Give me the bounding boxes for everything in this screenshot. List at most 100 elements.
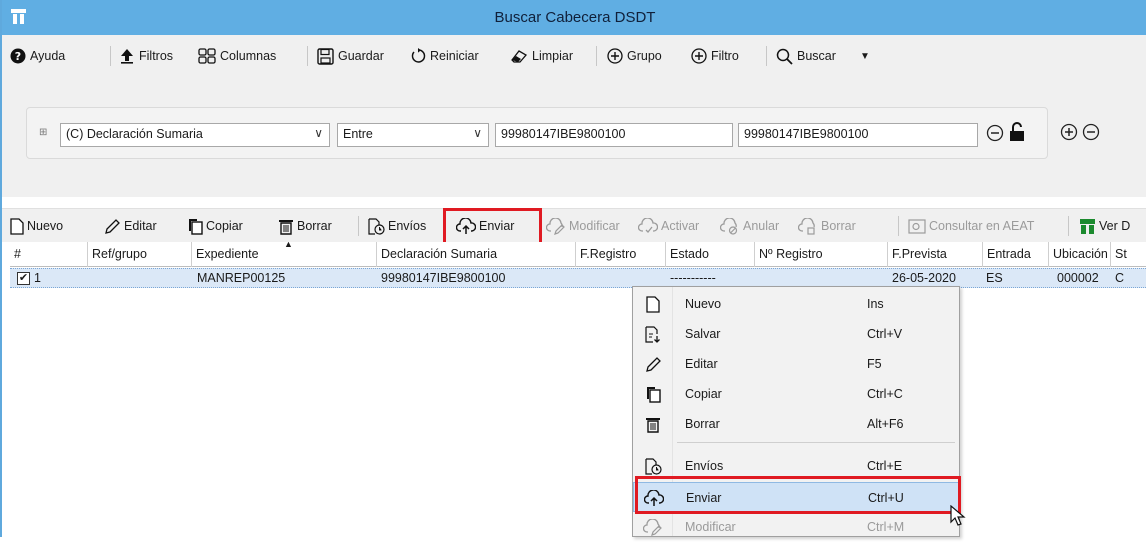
row-expediente: MANREP00125 <box>197 271 286 285</box>
filter-operator-select[interactable]: Entre ∨ <box>337 123 489 147</box>
copy-label: Copiar <box>206 219 243 233</box>
column-header-f-prevista[interactable]: F.Prevista <box>888 242 983 267</box>
row-estado: ----------- <box>670 271 716 285</box>
search-button[interactable]: Buscar <box>776 45 836 67</box>
trash-icon <box>279 219 293 235</box>
row-num: 1 <box>34 271 41 285</box>
title-bar: Buscar Cabecera DSDT <box>2 0 1146 35</box>
window-title: Buscar Cabecera DSDT <box>494 9 656 26</box>
column-header-f-registro[interactable]: F.Registro <box>576 242 666 267</box>
toolbar-separator <box>1068 216 1069 236</box>
actions-toolbar: Nuevo Editar Copiar Borrar Envíos Enviar… <box>2 208 1146 242</box>
row-entrada: ES <box>986 271 1003 285</box>
menu-item-shortcut: Ctrl+C <box>867 387 903 401</box>
filter-field-select[interactable]: (C) Declaración Sumaria ∨ <box>60 123 330 147</box>
menu-item-shortcut: Alt+F6 <box>867 417 904 431</box>
chevron-down-icon: ∨ <box>314 126 323 140</box>
filter-value-from-input[interactable]: 99980147IBE9800100 <box>495 123 733 147</box>
column-header-n-registro[interactable]: Nº Registro <box>755 242 888 267</box>
columns-button[interactable]: Columnas <box>198 45 276 67</box>
edit-button[interactable]: Editar <box>104 215 157 237</box>
reset-button[interactable]: Reiniciar <box>410 45 479 67</box>
lock-button[interactable] <box>1009 122 1025 145</box>
pencil-icon <box>105 218 120 234</box>
query-screen-icon <box>908 218 926 234</box>
menu-item-modificar[interactable]: Modificar Ctrl+M <box>633 512 959 542</box>
add-circle-icon <box>607 48 623 64</box>
modify-label: Modificar <box>569 219 620 233</box>
new-document-icon <box>643 295 663 313</box>
menu-item-label: Salvar <box>685 327 721 341</box>
menu-item-editar[interactable]: Editar F5 <box>633 349 959 379</box>
group-button[interactable]: Grupo <box>607 45 662 67</box>
drag-handle-icon[interactable]: ⊞ <box>39 127 47 138</box>
toolbar-separator <box>898 216 899 236</box>
sort-ascending-icon: ▲ <box>284 242 293 249</box>
pencil-icon <box>643 355 663 373</box>
row-ubicacion: 000002 <box>1057 271 1099 285</box>
menu-item-borrar[interactable]: Borrar Alt+F6 <box>633 409 959 439</box>
delete-button[interactable]: Borrar <box>278 215 332 237</box>
trash-icon <box>643 415 663 433</box>
column-header-declaracion[interactable]: Declaración Sumaria <box>377 242 576 267</box>
cancel-button[interactable]: Anular <box>720 215 779 237</box>
help-button[interactable]: ? Ayuda <box>10 45 65 67</box>
envios-button[interactable]: Envíos <box>368 215 426 237</box>
toolbar-separator <box>358 216 359 236</box>
filter-field-value: (C) Declaración Sumaria <box>66 127 203 141</box>
modify-button[interactable]: Modificar <box>546 215 620 237</box>
table-row[interactable]: ✔ 1 MANREP00125 99980147IBE9800100 -----… <box>10 268 1146 288</box>
clear-button[interactable]: Limpiar <box>510 45 573 67</box>
add-filter-button[interactable] <box>1060 123 1078 144</box>
filter-value-to-input[interactable]: 99980147IBE9800100 <box>738 123 978 147</box>
activate-button[interactable]: Activar <box>638 215 699 237</box>
view-button[interactable]: Ver D <box>1079 215 1130 237</box>
delete-send-label: Borrar <box>821 219 856 233</box>
row-checkbox[interactable]: ✔ <box>17 272 30 285</box>
add-circle-icon <box>691 48 707 64</box>
column-header-ref[interactable]: Ref/grupo <box>88 242 192 267</box>
menu-item-copiar[interactable]: Copiar Ctrl+C <box>633 379 959 409</box>
checkmark-icon: ✔ <box>18 272 29 284</box>
column-header-expediente[interactable]: Expediente ▲ <box>192 242 377 267</box>
toolbar-separator <box>596 46 597 66</box>
filter-operator-value: Entre <box>343 127 373 141</box>
cancel-cloud-icon <box>720 217 738 235</box>
clear-label: Limpiar <box>532 49 573 63</box>
save-button[interactable]: Guardar <box>317 45 384 67</box>
highlight-enviar-toolbar <box>443 208 542 245</box>
column-header-num[interactable]: # <box>10 242 88 267</box>
activate-label: Activar <box>661 219 700 233</box>
search-icon <box>776 48 793 65</box>
filter-value-to: 99980147IBE9800100 <box>744 127 869 141</box>
modify-icon <box>643 518 663 536</box>
filter-button[interactable]: Filtro <box>691 45 739 67</box>
column-header-entrada[interactable]: Entrada <box>983 242 1049 267</box>
column-header-ubicacion[interactable]: Ubicación <box>1049 242 1111 267</box>
query-aeat-button[interactable]: Consultar en AEAT <box>908 215 1034 237</box>
column-header-st[interactable]: St <box>1111 242 1146 267</box>
filters-button[interactable]: Filtros <box>119 45 173 67</box>
cancel-label: Anular <box>743 219 780 233</box>
remove-condition-button[interactable] <box>986 124 1004 145</box>
search-dropdown-arrow[interactable]: ▼ <box>860 45 870 67</box>
menu-item-shortcut: Ctrl+V <box>867 327 903 341</box>
main-toolbar: ? Ayuda Filtros Columnas Guardar Reinici… <box>2 35 1146 87</box>
column-header-estado[interactable]: Estado <box>666 242 755 267</box>
envios-icon <box>368 217 385 235</box>
column-header-expediente-label: Expediente <box>196 247 259 261</box>
reset-label: Reiniciar <box>430 49 479 63</box>
menu-item-nuevo[interactable]: Nuevo Ins <box>633 289 959 319</box>
floppy-disk-icon <box>317 47 334 65</box>
query-aeat-label: Consultar en AEAT <box>929 219 1035 233</box>
menu-item-label: Editar <box>685 357 718 371</box>
delete-cloud-icon <box>798 217 815 235</box>
modify-icon <box>546 217 565 235</box>
delete-send-button[interactable]: Borrar <box>798 215 856 237</box>
copy-icon <box>189 218 203 235</box>
menu-item-salvar[interactable]: Salvar Ctrl+V <box>633 319 959 349</box>
copy-button[interactable]: Copiar <box>187 215 243 237</box>
new-button[interactable]: Nuevo <box>10 215 63 237</box>
unlock-icon <box>1010 122 1024 141</box>
remove-filter-button[interactable] <box>1082 123 1100 144</box>
